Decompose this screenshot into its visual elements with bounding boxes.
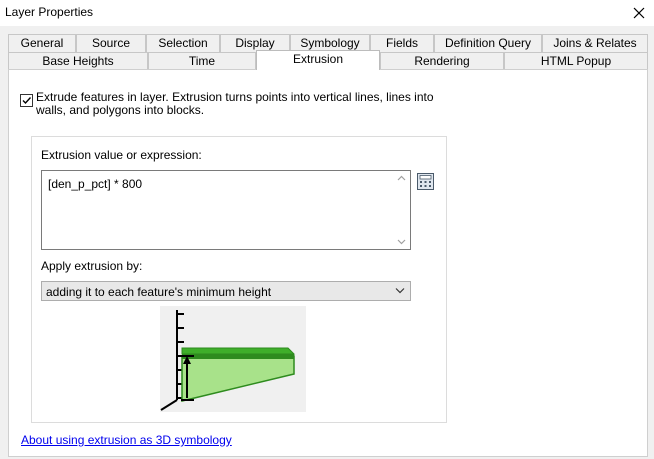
expression-textbox[interactable]: [den_p_pct] * 800 <box>41 170 411 250</box>
extrude-checkbox[interactable] <box>20 94 33 107</box>
calculator-icon <box>417 173 434 190</box>
expression-value: [den_p_pct] * 800 <box>48 177 143 191</box>
tab-joins-relates[interactable]: Joins & Relates <box>542 34 648 52</box>
expression-scrollbar[interactable] <box>393 171 410 249</box>
scroll-down-icon[interactable] <box>397 239 406 245</box>
tab-extrusion[interactable]: Extrusion <box>256 50 380 70</box>
tab-source[interactable]: Source <box>76 34 146 52</box>
tab-html-popup[interactable]: HTML Popup <box>504 52 648 70</box>
title-bar: Layer Properties <box>0 0 654 26</box>
expression-label: Extrusion value or expression: <box>41 148 202 162</box>
tab-base-heights[interactable]: Base Heights <box>8 52 148 70</box>
apply-extrusion-dropdown[interactable]: adding it to each feature's minimum heig… <box>41 281 411 301</box>
checkmark-icon <box>22 97 32 105</box>
chevron-down-icon <box>395 288 405 294</box>
extrusion-help-link[interactable]: About using extrusion as 3D symbology <box>21 433 232 447</box>
tab-general[interactable]: General <box>8 34 76 52</box>
extrusion-preview <box>160 306 306 412</box>
extrude-checkbox-label: Extrude features in layer. Extrusion tur… <box>36 90 434 117</box>
window-title: Layer Properties <box>5 5 94 19</box>
tab-rendering[interactable]: Rendering <box>380 52 504 70</box>
scroll-up-icon[interactable] <box>397 175 406 181</box>
apply-extrusion-selected: adding it to each feature's minimum heig… <box>46 285 272 299</box>
expression-builder-button[interactable] <box>417 173 434 190</box>
close-icon <box>633 7 645 19</box>
close-button[interactable] <box>624 0 654 26</box>
apply-extrusion-label: Apply extrusion by: <box>41 259 143 273</box>
tab-definition-query[interactable]: Definition Query <box>434 34 542 52</box>
tab-time[interactable]: Time <box>148 52 256 70</box>
tab-selection[interactable]: Selection <box>146 34 220 52</box>
extrusion-preview-diagram <box>160 310 296 411</box>
